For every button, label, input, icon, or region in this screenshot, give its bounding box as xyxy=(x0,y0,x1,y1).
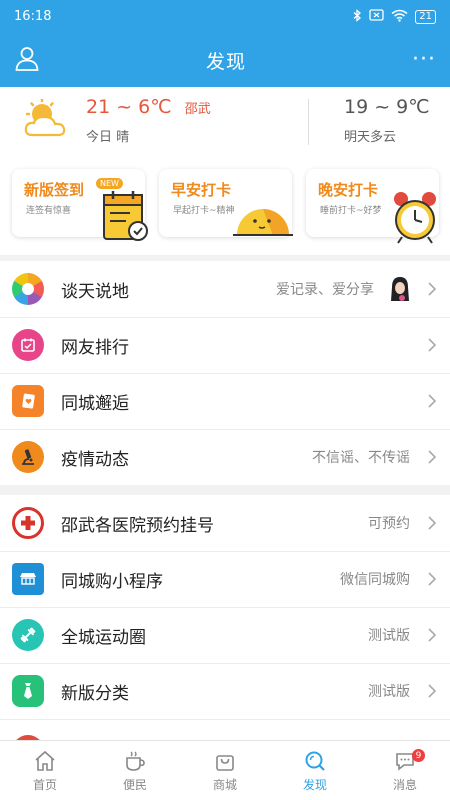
chevron-right-icon xyxy=(428,394,437,408)
list-item-hint: 可预约 xyxy=(368,516,410,532)
page-title: 发现 xyxy=(206,50,247,73)
microscope-icon xyxy=(12,441,44,473)
list-item-shopping[interactable]: 同城购小程序 微信同城购 xyxy=(0,551,450,607)
tab-bar: 首页 便民 商城 发现 消息 9 xyxy=(0,740,450,800)
chevron-right-icon xyxy=(428,628,437,642)
night-card-title: 晚安打卡 xyxy=(318,181,379,199)
status-icons: 21 xyxy=(353,8,436,25)
tab-label: 首页 xyxy=(32,777,57,792)
tab-service[interactable]: 便民 xyxy=(90,741,180,800)
aperture-icon xyxy=(12,273,44,305)
list-item-ranking[interactable]: 网友排行 xyxy=(0,317,450,373)
list-item-hint: 不信谣、不传谣 xyxy=(312,450,410,466)
list-item-chat[interactable]: 谈天说地 爱记录、爱分享 xyxy=(0,261,450,317)
signin-card[interactable]: 新版签到 NEW 连签有惊喜 xyxy=(12,169,148,241)
list-item-label: 网友排行 xyxy=(61,337,129,358)
alarm-clock-icon xyxy=(394,192,436,244)
morning-card-subtitle: 早起打卡~精神 xyxy=(173,206,235,216)
list-item-epidemic[interactable]: 疫情动态 不信谣、不传谣 xyxy=(0,429,450,485)
list-item-hint: 测试版 xyxy=(368,628,410,644)
today-description: 今日 晴 xyxy=(86,130,130,145)
list-item-hint: 测试版 xyxy=(368,684,410,700)
discover-group-2: 邵武各医院预约挂号 可预约 同城购小程序 微信同城购 全城运动圈 测试版 新版分… xyxy=(0,495,450,767)
tab-messages[interactable]: 消息 9 xyxy=(360,741,450,800)
calendar-icon xyxy=(12,329,44,361)
battery-icon: 21 xyxy=(415,9,436,24)
status-bar: 16:18 21 xyxy=(0,0,450,33)
tomorrow-temperature: 19 ~ 9℃ xyxy=(344,96,430,118)
tab-mall[interactable]: 商城 xyxy=(180,741,270,800)
list-item-label: 同城邂逅 xyxy=(61,393,129,414)
hospital-icon xyxy=(12,507,44,539)
discover-group-1: 谈天说地 爱记录、爱分享 网友排行 同城邂逅 疫情动态 不信谣、不传谣 xyxy=(0,261,450,485)
tab-label: 发现 xyxy=(302,777,327,792)
sim-icon xyxy=(369,9,384,24)
list-item-label: 疫情动态 xyxy=(61,449,129,470)
list-item-hint: 微信同城购 xyxy=(340,572,410,588)
list-item-encounter[interactable]: 同城邂逅 xyxy=(0,373,450,429)
list-item-label: 邵武各医院预约挂号 xyxy=(61,515,214,536)
list-item-label: 新版分类 xyxy=(61,683,129,704)
user-icon[interactable] xyxy=(14,45,40,75)
bag-icon xyxy=(216,754,234,771)
new-badge: NEW xyxy=(96,178,123,189)
tab-label: 商城 xyxy=(212,777,237,792)
more-icon[interactable]: ··· xyxy=(412,49,436,71)
card-icon xyxy=(12,385,44,417)
city-name: 邵武 xyxy=(184,102,211,117)
dumbbell-icon xyxy=(12,619,44,651)
nav-bar: 发现 ··· xyxy=(0,33,450,87)
morning-card[interactable]: 早安打卡 早起打卡~精神 xyxy=(159,169,293,237)
chevron-right-icon xyxy=(428,572,437,586)
shop-icon xyxy=(12,563,44,595)
morning-card-title: 早安打卡 xyxy=(171,181,232,199)
chevron-right-icon xyxy=(428,684,437,698)
tomorrow-description: 明天多云 xyxy=(344,130,397,145)
bluetooth-icon xyxy=(353,8,362,25)
list-item-label: 全城运动圈 xyxy=(61,627,146,648)
avatar-icon xyxy=(391,277,409,301)
home-icon xyxy=(35,750,55,771)
night-card-subtitle: 睡前打卡~好梦 xyxy=(320,206,382,216)
tie-icon xyxy=(12,675,44,707)
chevron-right-icon xyxy=(428,516,437,530)
wifi-icon xyxy=(391,9,408,25)
list-item-label: 同城购小程序 xyxy=(61,571,163,592)
chevron-right-icon xyxy=(428,338,437,352)
tomorrow-weather: 19 ~ 9℃ 明天多云 xyxy=(344,96,430,145)
chevron-right-icon xyxy=(428,450,437,464)
calendar-check-icon xyxy=(103,191,148,241)
message-badge: 9 xyxy=(412,749,425,762)
signin-card-subtitle: 连签有惊喜 xyxy=(26,206,72,216)
tab-label: 便民 xyxy=(122,777,147,792)
list-item-sports[interactable]: 全城运动圈 测试版 xyxy=(0,607,450,663)
cup-icon xyxy=(126,751,145,771)
search-icon xyxy=(305,751,325,771)
chevron-right-icon xyxy=(428,282,437,296)
weather-panel[interactable]: 21 ~ 6℃ 邵武 今日 晴 19 ~ 9℃ 明天多云 xyxy=(0,87,450,159)
list-item-hospital[interactable]: 邵武各医院预约挂号 可预约 xyxy=(0,495,450,551)
list-item-hint: 爱记录、爱分享 xyxy=(276,282,374,298)
today-temperature: 21 ~ 6℃ xyxy=(86,96,172,118)
tab-label: 消息 xyxy=(392,777,417,792)
checkin-cards: 新版签到 NEW 连签有惊喜 早安打卡 早起打卡~精神 晚安打卡 睡前打卡~好梦 xyxy=(0,159,450,255)
list-item-category[interactable]: 新版分类 测试版 xyxy=(0,663,450,719)
tab-discover[interactable]: 发现 xyxy=(270,741,360,800)
today-weather: 21 ~ 6℃ 邵武 今日 晴 xyxy=(86,96,211,145)
sunny-cloudy-icon xyxy=(24,99,66,137)
list-item-label: 谈天说地 xyxy=(61,281,129,302)
status-time: 16:18 xyxy=(14,9,52,24)
tab-home[interactable]: 首页 xyxy=(0,741,90,800)
signin-card-title: 新版签到 xyxy=(24,181,85,199)
sun-face-icon xyxy=(233,209,293,236)
weather-divider xyxy=(308,99,309,145)
night-card[interactable]: 晚安打卡 睡前打卡~好梦 xyxy=(306,169,439,244)
